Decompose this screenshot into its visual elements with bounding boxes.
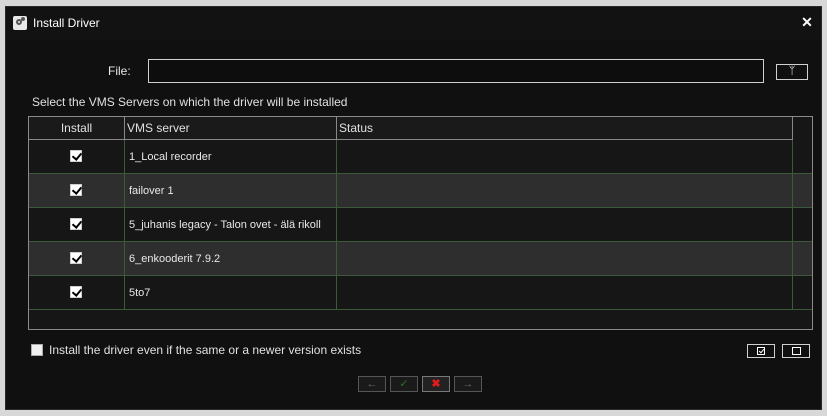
- file-label: File:: [108, 64, 131, 78]
- status-cell: [337, 276, 793, 309]
- vms-server-cell: 5_juhanis legacy - Talon ovet - älä riko…: [125, 208, 337, 241]
- vms-server-cell: 6_enkooderit 7.9.2: [125, 242, 337, 275]
- status-cell: [337, 242, 793, 275]
- vms-server-cell: 1_Local recorder: [125, 140, 337, 173]
- table-row[interactable]: failover 1: [29, 174, 812, 208]
- install-cell: [29, 208, 125, 241]
- table-row[interactable]: 5_juhanis legacy - Talon ovet - älä riko…: [29, 208, 812, 242]
- install-cell: [29, 276, 125, 309]
- install-cell: [29, 174, 125, 207]
- instruction-text: Select the VMS Servers on which the driv…: [32, 95, 348, 109]
- vms-server-cell: 5to7: [125, 276, 337, 309]
- vms-server-table: Install VMS server Status 1_Local record…: [28, 116, 813, 330]
- install-cell: [29, 140, 125, 173]
- column-header-status: Status: [337, 117, 793, 139]
- force-install-checkbox[interactable]: [31, 344, 43, 356]
- install-checkbox[interactable]: [70, 150, 82, 162]
- file-input[interactable]: [148, 59, 764, 83]
- select-all-button[interactable]: [747, 344, 775, 358]
- table-row[interactable]: 1_Local recorder: [29, 140, 812, 174]
- column-header-install: Install: [29, 117, 125, 139]
- cancel-button[interactable]: ✖: [422, 376, 450, 392]
- install-checkbox[interactable]: [70, 218, 82, 230]
- install-checkbox[interactable]: [70, 184, 82, 196]
- force-install-label: Install the driver even if the same or a…: [49, 343, 362, 357]
- install-checkbox[interactable]: [70, 252, 82, 264]
- browse-button[interactable]: ᛘ: [776, 64, 808, 80]
- vms-server-cell: failover 1: [125, 174, 337, 207]
- table-row[interactable]: 6_enkooderit 7.9.2: [29, 242, 812, 276]
- install-cell: [29, 242, 125, 275]
- table-header: Install VMS server Status: [29, 117, 793, 140]
- next-button[interactable]: →: [454, 376, 482, 392]
- table-row[interactable]: 5to7: [29, 276, 812, 310]
- install-driver-dialog: Install Driver ✕ File: ᛘ Select the VMS …: [5, 6, 822, 410]
- status-cell: [337, 140, 793, 173]
- gears-icon: [13, 16, 27, 30]
- column-header-vms-server: VMS server: [125, 117, 337, 139]
- close-icon[interactable]: ✕: [799, 14, 815, 30]
- install-checkbox[interactable]: [70, 286, 82, 298]
- dialog-title: Install Driver: [33, 16, 100, 30]
- status-cell: [337, 208, 793, 241]
- title-bar: Install Driver ✕: [6, 7, 821, 40]
- ok-button[interactable]: ✓: [390, 376, 418, 392]
- back-button[interactable]: ←: [358, 376, 386, 392]
- status-cell: [337, 174, 793, 207]
- browse-icon: ᛘ: [788, 65, 796, 77]
- select-none-button[interactable]: [782, 344, 810, 358]
